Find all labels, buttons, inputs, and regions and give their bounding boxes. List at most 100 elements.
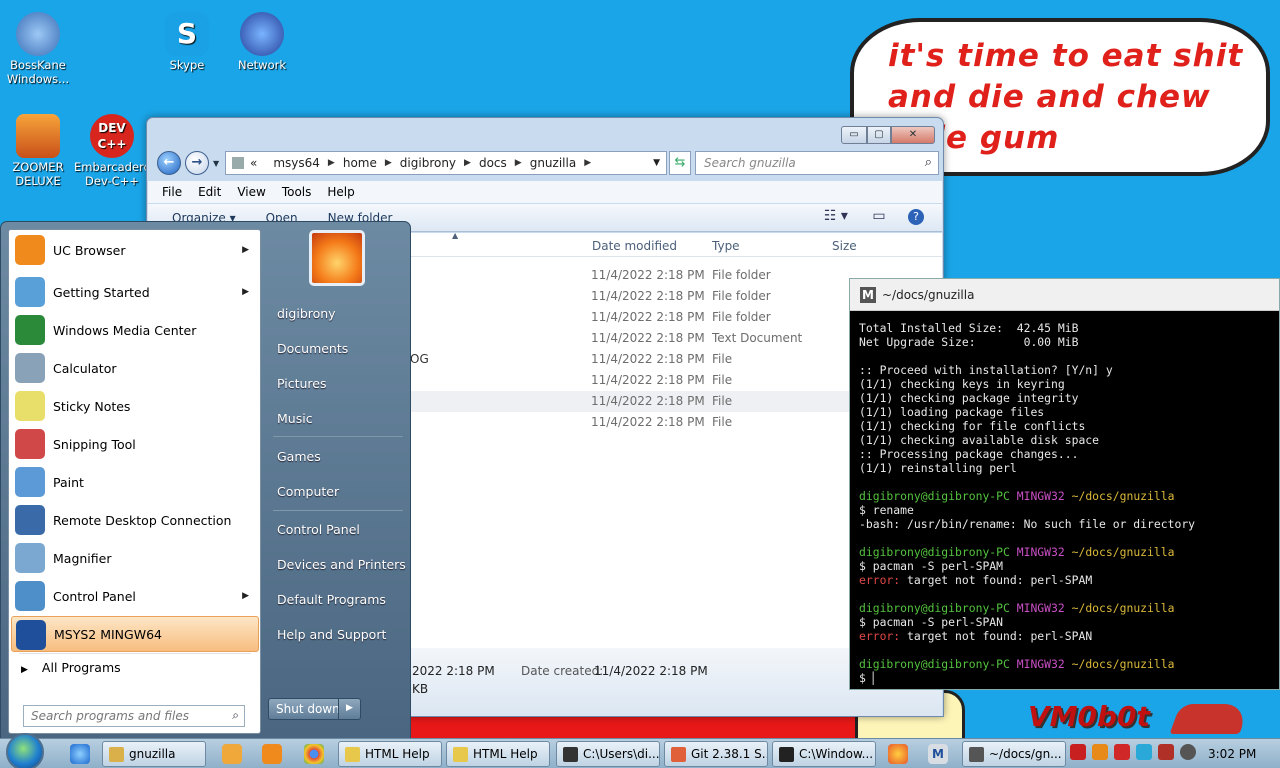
column-type[interactable]: Type <box>712 239 740 253</box>
tray-flag-icon[interactable] <box>1114 744 1130 760</box>
taskbar-button-label: C:\Window... <box>799 747 874 761</box>
chrome-icon[interactable] <box>304 744 324 764</box>
menu-tools[interactable]: Tools <box>282 185 312 199</box>
breadcrumb-separator-icon[interactable]: ▶ <box>515 158 522 168</box>
file-type: File <box>712 415 733 429</box>
start-link-games[interactable]: Games <box>277 449 321 464</box>
submenu-arrow-icon: ▶ <box>242 245 249 255</box>
view-options-icon[interactable]: ☷ ▾ <box>824 208 848 224</box>
terminal-line: $ ▏ <box>859 671 1279 685</box>
clock[interactable]: 3:02 PM <box>1208 747 1256 761</box>
menu-view[interactable]: View <box>237 185 265 199</box>
desktop-icon-network[interactable]: Network <box>224 12 300 72</box>
preview-pane-icon[interactable]: ▭ <box>872 208 885 224</box>
breadcrumb-gnuzilla[interactable]: gnuzilla <box>530 156 576 170</box>
start-program-paint[interactable]: Paint <box>11 464 259 500</box>
breadcrumb-chevron[interactable]: « <box>250 156 257 170</box>
start-program-msys2[interactable]: MSYS2 MINGW64 <box>11 616 259 652</box>
menu-help[interactable]: Help <box>327 185 354 199</box>
start-program-magnifier[interactable]: Magnifier <box>11 540 259 576</box>
forward-button[interactable]: → <box>185 151 209 175</box>
start-link-documents[interactable]: Documents <box>277 341 348 356</box>
desktop-icon-zoomer[interactable]: ZOOMER DELUXE <box>0 114 76 188</box>
start-link-control-panel[interactable]: Control Panel <box>277 522 360 537</box>
start-program-sticky-notes[interactable]: Sticky Notes <box>11 388 259 424</box>
start-program-remote-desktop[interactable]: Remote Desktop Connection <box>11 502 259 538</box>
taskbar-button[interactable]: C:\Users\di... <box>556 741 660 767</box>
address-dropdown-icon[interactable]: ▼ <box>653 158 660 168</box>
start-program-uc-browser[interactable]: UC Browser ▶ <box>11 232 259 268</box>
breadcrumb-home[interactable]: home <box>343 156 377 170</box>
back-button[interactable]: ← <box>157 151 181 175</box>
desktop-icon-skype[interactable]: S Skype <box>149 12 225 72</box>
start-link-computer[interactable]: Computer <box>277 484 339 499</box>
desktop-icon-devcpp[interactable]: DEV C++ Embarcadero Dev-C++ <box>74 114 151 188</box>
media-player-icon[interactable] <box>222 744 242 764</box>
taskbar-button[interactable]: C:\Window... <box>772 741 876 767</box>
minimize-button[interactable]: ▭ <box>841 126 867 144</box>
breadcrumb-docs[interactable]: docs <box>479 156 507 170</box>
taskbar-button[interactable]: Git 2.38.1 S... <box>664 741 768 767</box>
msys2-icon[interactable]: M <box>928 744 948 764</box>
taskbar-button[interactable]: HTML Help <box>446 741 550 767</box>
internet-explorer-icon[interactable] <box>70 744 90 764</box>
user-picture[interactable] <box>309 230 365 286</box>
tray-magnifier-icon[interactable] <box>1092 744 1108 760</box>
tray-volume-icon[interactable] <box>1180 744 1196 760</box>
maximize-button[interactable]: ▢ <box>867 126 891 144</box>
breadcrumb-separator-icon[interactable]: ▶ <box>385 158 392 168</box>
address-bar[interactable]: « msys64 ▶ home ▶ digibrony ▶ docs ▶ gnuzill… <box>225 151 667 175</box>
start-program-getting-started[interactable]: Getting Started ▶ <box>11 274 259 310</box>
mintty-terminal-window[interactable]: M ~/docs/gnuzilla Total Installed Size: … <box>849 278 1280 690</box>
breadcrumb-separator-icon[interactable]: ▶ <box>464 158 471 168</box>
close-button[interactable]: ✕ <box>891 126 935 144</box>
search-icon[interactable]: ⌕ <box>232 708 239 723</box>
file-type: File folder <box>712 289 771 303</box>
terminal-line: error: target not found: perl-SPAN <box>859 629 1279 643</box>
search-icon[interactable]: ⌕ <box>925 155 932 170</box>
tray-network-icon[interactable] <box>1158 744 1174 760</box>
shut-down-button[interactable]: Shut down ▶ <box>268 698 361 720</box>
terminal-titlebar[interactable]: M ~/docs/gnuzilla <box>850 279 1279 311</box>
start-link-pictures[interactable]: Pictures <box>277 376 327 391</box>
terminal-text: :: Proceed with installation? [Y/n] y <box>859 363 1113 377</box>
search-input[interactable]: Search gnuzilla ⌕ <box>695 151 939 175</box>
terminal-output[interactable]: Total Installed Size: 42.45 MiB Net Upgra… <box>850 311 1279 685</box>
start-link-devices-printers[interactable]: Devices and Printers <box>277 557 406 572</box>
start-search-input[interactable]: Search programs and files ⌕ <box>23 705 245 727</box>
start-link-user[interactable]: digibrony <box>277 306 336 321</box>
column-date-modified[interactable]: Date modified <box>592 239 677 253</box>
desktop-icon-label: Network <box>237 58 287 72</box>
refresh-button[interactable]: ⇆ <box>669 151 691 175</box>
all-programs-button[interactable]: ▶ All Programs <box>17 660 121 675</box>
uc-browser-icon[interactable] <box>262 744 282 764</box>
start-link-help-support[interactable]: Help and Support <box>277 627 386 642</box>
tray-display-icon[interactable] <box>1136 744 1152 760</box>
help-icon[interactable]: ? <box>908 209 924 225</box>
start-link-music[interactable]: Music <box>277 411 313 426</box>
start-program-control-panel[interactable]: Control Panel ▶ <box>11 578 259 614</box>
start-button[interactable] <box>6 733 44 768</box>
taskbar: gnuzilla HTML Help HTML Help C:\Users\di...… <box>0 733 1280 768</box>
start-link-default-programs[interactable]: Default Programs <box>277 592 386 607</box>
tray-v-icon[interactable] <box>1070 744 1086 760</box>
recent-pages-dropdown[interactable]: ▼ <box>213 159 219 168</box>
menu-file[interactable]: File <box>162 185 182 199</box>
column-size[interactable]: Size <box>832 239 857 253</box>
taskbar-button[interactable]: ~/docs/gn... <box>962 741 1066 767</box>
start-program-snipping-tool[interactable]: Snipping Tool <box>11 426 259 462</box>
breadcrumb-digibrony[interactable]: digibrony <box>400 156 456 170</box>
start-program-calculator[interactable]: Calculator <box>11 350 259 386</box>
menu-edit[interactable]: Edit <box>198 185 221 199</box>
breadcrumb-separator-icon[interactable]: ▶ <box>328 158 335 168</box>
taskbar-button[interactable]: HTML Help <box>338 741 442 767</box>
breadcrumb-msys64[interactable]: msys64 <box>273 156 320 170</box>
breadcrumb-separator-icon[interactable]: ▶ <box>584 158 591 168</box>
desktop-icon-bosskane[interactable]: BossKane Windows... <box>0 12 76 86</box>
firefox-icon[interactable] <box>888 744 908 764</box>
taskbar-button-label: C:\Users\di... <box>583 747 660 761</box>
shut-down-options-arrow-icon[interactable]: ▶ <box>338 699 360 719</box>
taskbar-button[interactable]: gnuzilla <box>102 741 206 767</box>
start-program-media-center[interactable]: Windows Media Center <box>11 312 259 348</box>
